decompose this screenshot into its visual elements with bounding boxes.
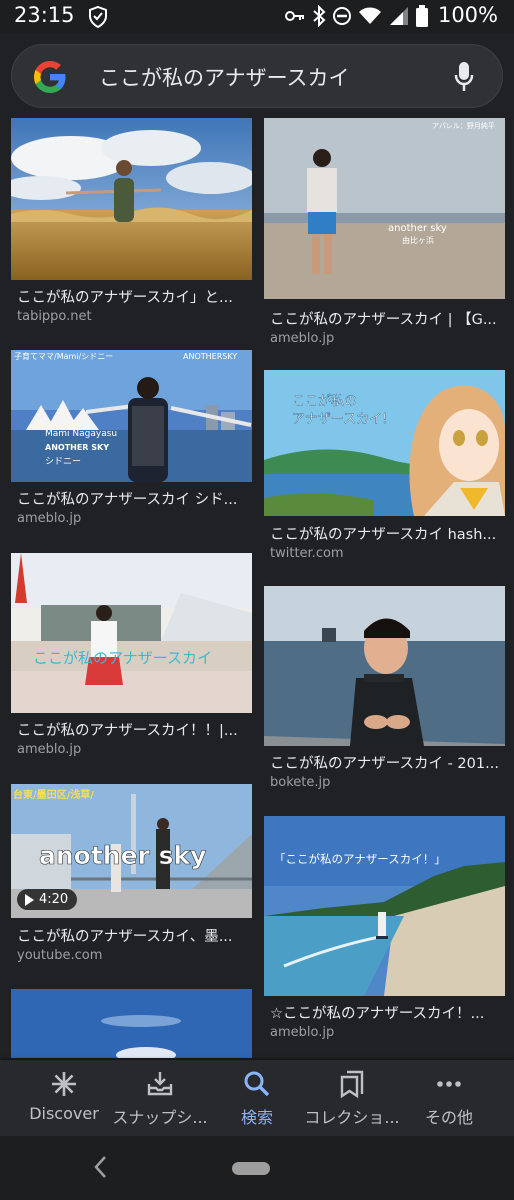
battery-icon <box>416 5 428 27</box>
status-time: 23:15 <box>14 3 75 27</box>
status-icons <box>284 5 428 27</box>
google-g-logo <box>34 61 66 93</box>
result-card[interactable]: ここが私のアナザースカイ」と... tabippo.net <box>11 118 252 340</box>
result-thumbnail[interactable]: 「ここが私のアナザースカイ！」 <box>264 816 505 996</box>
result-card[interactable]: ここが私のアナザースカイ ここが私のアナザースカイ！！|... ameblo.j… <box>11 553 252 765</box>
thumb-caption: ANOTHER SKY <box>45 443 109 452</box>
result-source: youtube.com <box>17 948 103 963</box>
result-source: bokete.jp <box>270 775 331 790</box>
thumb-caption: Mami Nagayasu <box>45 429 117 439</box>
result-thumbnail[interactable]: アパレル：野月純平 another sky 由比ヶ浜 <box>264 118 505 299</box>
status-bar: 23:15 100% <box>0 0 514 34</box>
result-title[interactable]: ここが私のアナザースカイ、墨... <box>17 925 249 946</box>
result-source: tabippo.net <box>17 309 92 324</box>
result-thumbnail[interactable] <box>11 989 252 1058</box>
wifi-icon <box>359 7 381 24</box>
video-duration-badge: 4:20 <box>17 889 78 910</box>
bottom-navigation: Discover スナップシ... 検索 コレクショ... その他 <box>0 1060 514 1136</box>
snapshot-inbox-icon <box>147 1072 173 1096</box>
result-thumbnail[interactable]: ここが私の アナザースカイ! <box>264 370 505 516</box>
thumb-caption: another sky <box>39 841 206 870</box>
home-pill[interactable] <box>232 1162 270 1175</box>
nav-label: 検索 <box>240 1108 273 1127</box>
result-source: twitter.com <box>270 546 344 561</box>
thumb-caption: 子育てママ/Mami/シドニー <box>14 351 113 361</box>
thumb-caption: ANOTHERSKY <box>183 352 237 361</box>
nav-snapshot[interactable]: スナップシ... <box>110 1070 210 1128</box>
signal-icon <box>390 7 408 25</box>
result-card[interactable]: アパレル：野月純平 another sky 由比ヶ浜 ここが私のアナザースカイ … <box>264 118 505 360</box>
thumb-caption: ここが私のアナザースカイ <box>33 649 212 667</box>
result-title[interactable]: ここが私のアナザースカイ シド... <box>17 488 249 509</box>
result-source: ameblo.jp <box>270 1025 335 1040</box>
video-duration: 4:20 <box>39 892 69 907</box>
nav-discover[interactable]: Discover <box>14 1070 114 1123</box>
result-source: ameblo.jp <box>17 511 82 526</box>
bluetooth-icon <box>313 5 326 27</box>
play-icon <box>25 893 34 906</box>
result-title[interactable]: ここが私のアナザースカイ！！|... <box>17 719 249 740</box>
result-card[interactable]: ここが私の アナザースカイ! ここが私のアナザースカイ hash... twit… <box>264 370 505 570</box>
mic-icon[interactable] <box>454 61 474 93</box>
search-bar[interactable]: ここが私のアナザースカイ <box>11 44 503 108</box>
result-thumbnail[interactable]: ここが私のアナザースカイ <box>11 553 252 713</box>
result-thumbnail[interactable] <box>11 118 252 280</box>
image-results-grid: ここが私のアナザースカイ」と... tabippo.net 子育てママ/Mami… <box>0 118 514 1058</box>
nav-label: その他 <box>424 1108 473 1127</box>
result-card[interactable]: 「ここが私のアナザースカイ！」 ☆ここが私のアナザースカイ！... ameblo… <box>264 816 505 1046</box>
thumb-caption: ここが私の <box>292 394 357 409</box>
thumb-caption: another sky <box>388 223 447 234</box>
result-card[interactable]: ここが私のアナザースカイ - 201... bokete.jp <box>264 586 505 798</box>
more-dots-icon <box>437 1081 461 1087</box>
thumb-caption: シドニー <box>45 457 81 467</box>
back-icon[interactable] <box>92 1154 108 1180</box>
bookmark-stack-icon <box>340 1070 364 1098</box>
nav-label: スナップシ... <box>112 1108 208 1127</box>
result-thumbnail[interactable]: 子育てママ/Mami/シドニー ANOTHERSKY Mami Nagayasu… <box>11 350 252 482</box>
thumb-caption: アパレル：野月純平 <box>432 121 495 130</box>
search-icon <box>244 1071 270 1097</box>
result-card[interactable]: 子育てママ/Mami/シドニー ANOTHERSKY Mami Nagayasu… <box>11 350 252 540</box>
result-title[interactable]: ここが私のアナザースカイ hash... <box>270 523 502 544</box>
system-navigation-bar <box>0 1136 514 1200</box>
nav-label: Discover <box>29 1104 99 1123</box>
asterisk-icon <box>52 1072 76 1096</box>
thumb-caption: 由比ヶ浜 <box>402 235 434 245</box>
result-thumbnail[interactable] <box>264 586 505 746</box>
thumb-caption: 「ここが私のアナザースカイ！」 <box>274 852 446 866</box>
result-title[interactable]: ここが私のアナザースカイ - 201... <box>270 752 502 773</box>
result-source: ameblo.jp <box>17 742 82 757</box>
key-icon <box>285 11 304 21</box>
result-thumbnail[interactable]: another sky 台東/墨田区/浅草/ 4:20 <box>11 784 252 918</box>
result-title[interactable]: ☆ここが私のアナザースカイ！... <box>270 1002 502 1023</box>
result-card[interactable]: another sky 台東/墨田区/浅草/ 4:20 ここが私のアナザースカイ… <box>11 784 252 984</box>
dnd-icon <box>333 7 351 25</box>
result-source: ameblo.jp <box>270 331 335 346</box>
nav-collections[interactable]: コレクショ... <box>302 1070 402 1128</box>
result-title[interactable]: ここが私のアナザースカイ」と... <box>17 286 249 307</box>
shield-icon <box>89 5 107 29</box>
search-input[interactable]: ここが私のアナザースカイ <box>99 62 350 92</box>
nav-label: コレクショ... <box>304 1108 400 1127</box>
battery-percent: 100% <box>437 3 498 27</box>
nav-search[interactable]: 検索 <box>207 1070 307 1128</box>
thumb-caption: 台東/墨田区/浅草/ <box>13 788 94 801</box>
result-title[interactable]: ここが私のアナザースカイ | 【G... <box>270 308 502 329</box>
nav-more[interactable]: その他 <box>399 1070 499 1128</box>
thumb-caption: アナザースカイ! <box>292 412 387 427</box>
result-card[interactable] <box>11 989 252 1058</box>
